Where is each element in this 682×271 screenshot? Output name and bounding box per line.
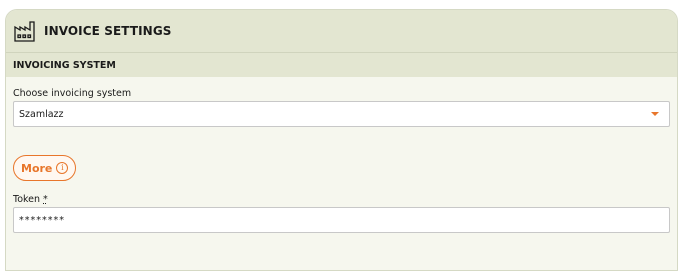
info-icon: i xyxy=(56,162,69,174)
token-input[interactable]: ******** xyxy=(13,207,670,233)
more-button-label: More xyxy=(21,161,53,175)
factory-icon xyxy=(13,19,37,43)
invoice-settings-panel: INVOICE SETTINGS INVOICING SYSTEM Choose… xyxy=(5,9,678,271)
caret-down-icon xyxy=(651,112,659,116)
section-title: INVOICING SYSTEM xyxy=(6,52,677,77)
panel-header: INVOICE SETTINGS xyxy=(6,10,677,52)
required-marker: * xyxy=(43,194,48,205)
invoicing-system-value: Szamlazz xyxy=(19,108,64,120)
form-body: Choose invoicing system Szamlazz More i … xyxy=(6,88,677,233)
invoicing-system-select[interactable]: Szamlazz xyxy=(13,101,670,127)
invoicing-system-label: Choose invoicing system xyxy=(13,88,132,99)
token-value: ******** xyxy=(19,214,65,226)
token-label: Token xyxy=(13,194,41,205)
page-title: INVOICE SETTINGS xyxy=(44,24,172,38)
more-button[interactable]: More i xyxy=(13,155,77,181)
token-label-row: Token * xyxy=(13,194,670,205)
